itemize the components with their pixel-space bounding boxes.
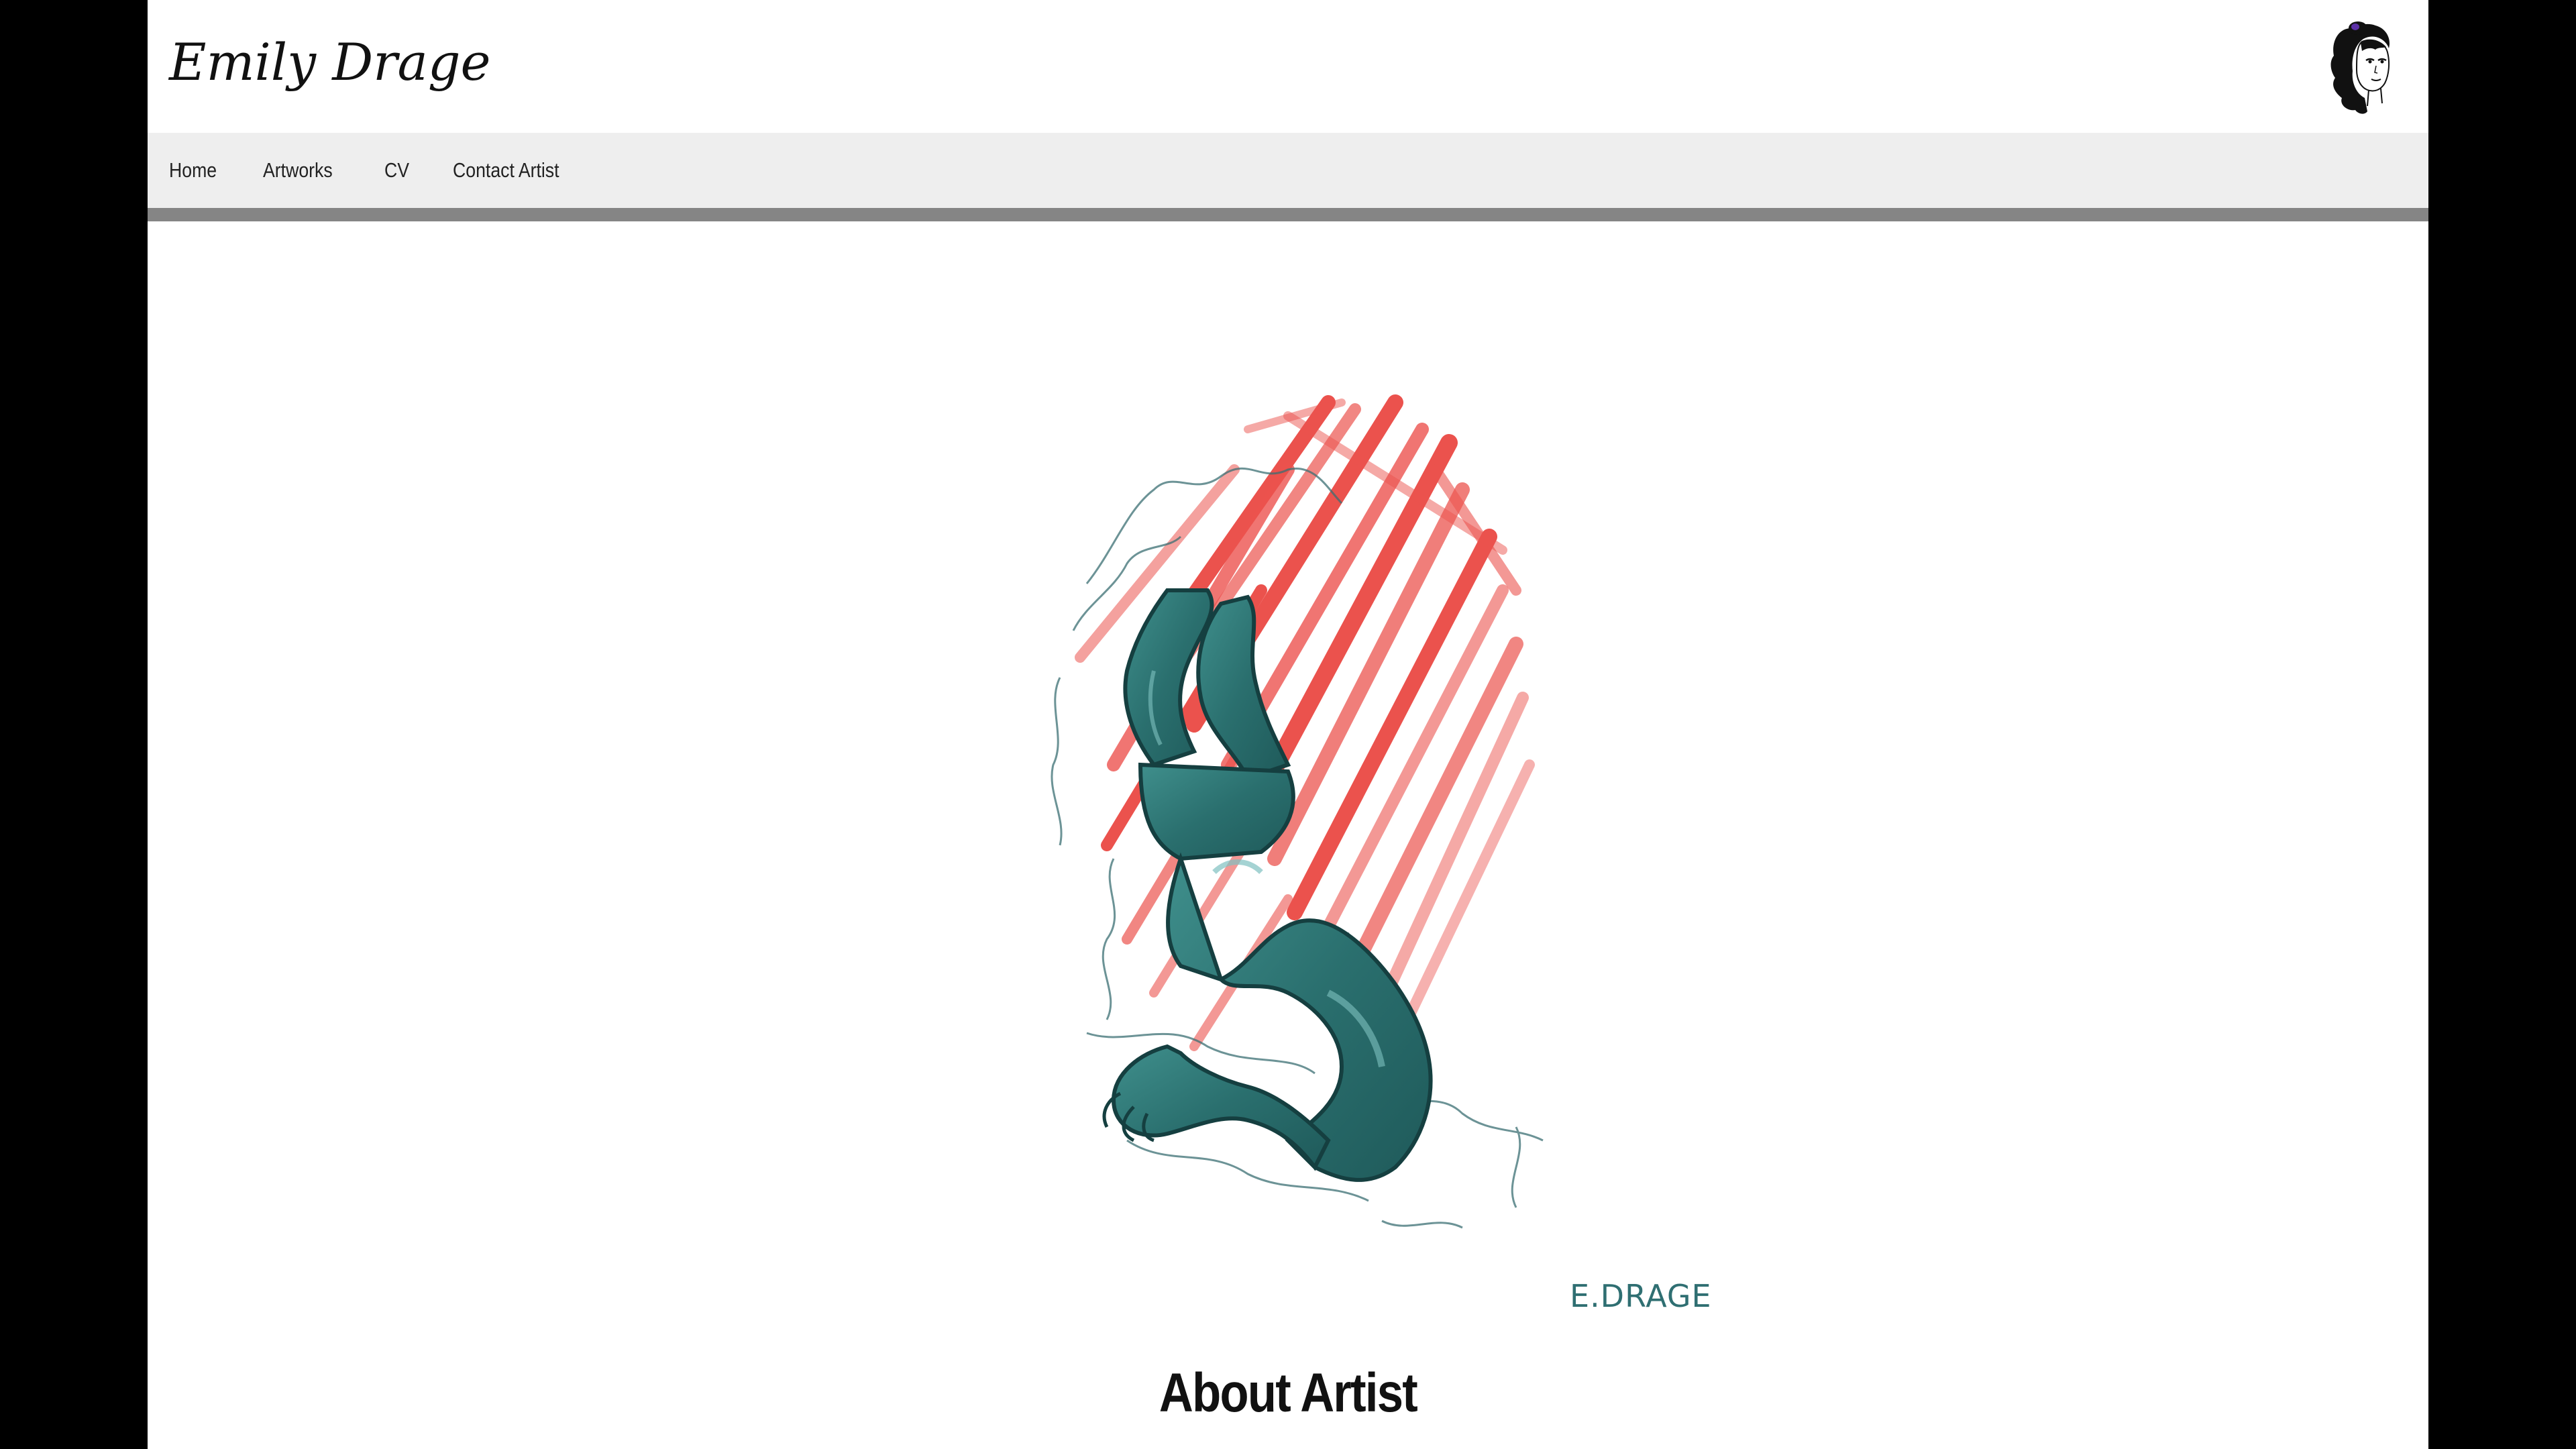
main-navigation: Home Artworks CV Contact Artist — [148, 133, 2428, 221]
site-header: Emily Drage — [148, 0, 2428, 133]
page: Emily Drage Home Artworks CV Contact Art… — [148, 0, 2428, 1449]
nav-item-artworks[interactable]: Artworks — [263, 158, 333, 182]
featured-artwork[interactable]: E.DRAGE — [912, 389, 1744, 1328]
artwork-signature: E.DRAGE — [1570, 1278, 1712, 1314]
about-artist-heading: About Artist — [1159, 1362, 1418, 1424]
nav-item-home[interactable]: Home — [169, 158, 217, 182]
site-title[interactable]: Emily Drage — [169, 32, 490, 92]
artist-portrait-icon[interactable] — [2324, 19, 2398, 116]
nav-item-cv[interactable]: CV — [384, 158, 409, 182]
nav-item-contact-artist[interactable]: Contact Artist — [453, 158, 559, 182]
